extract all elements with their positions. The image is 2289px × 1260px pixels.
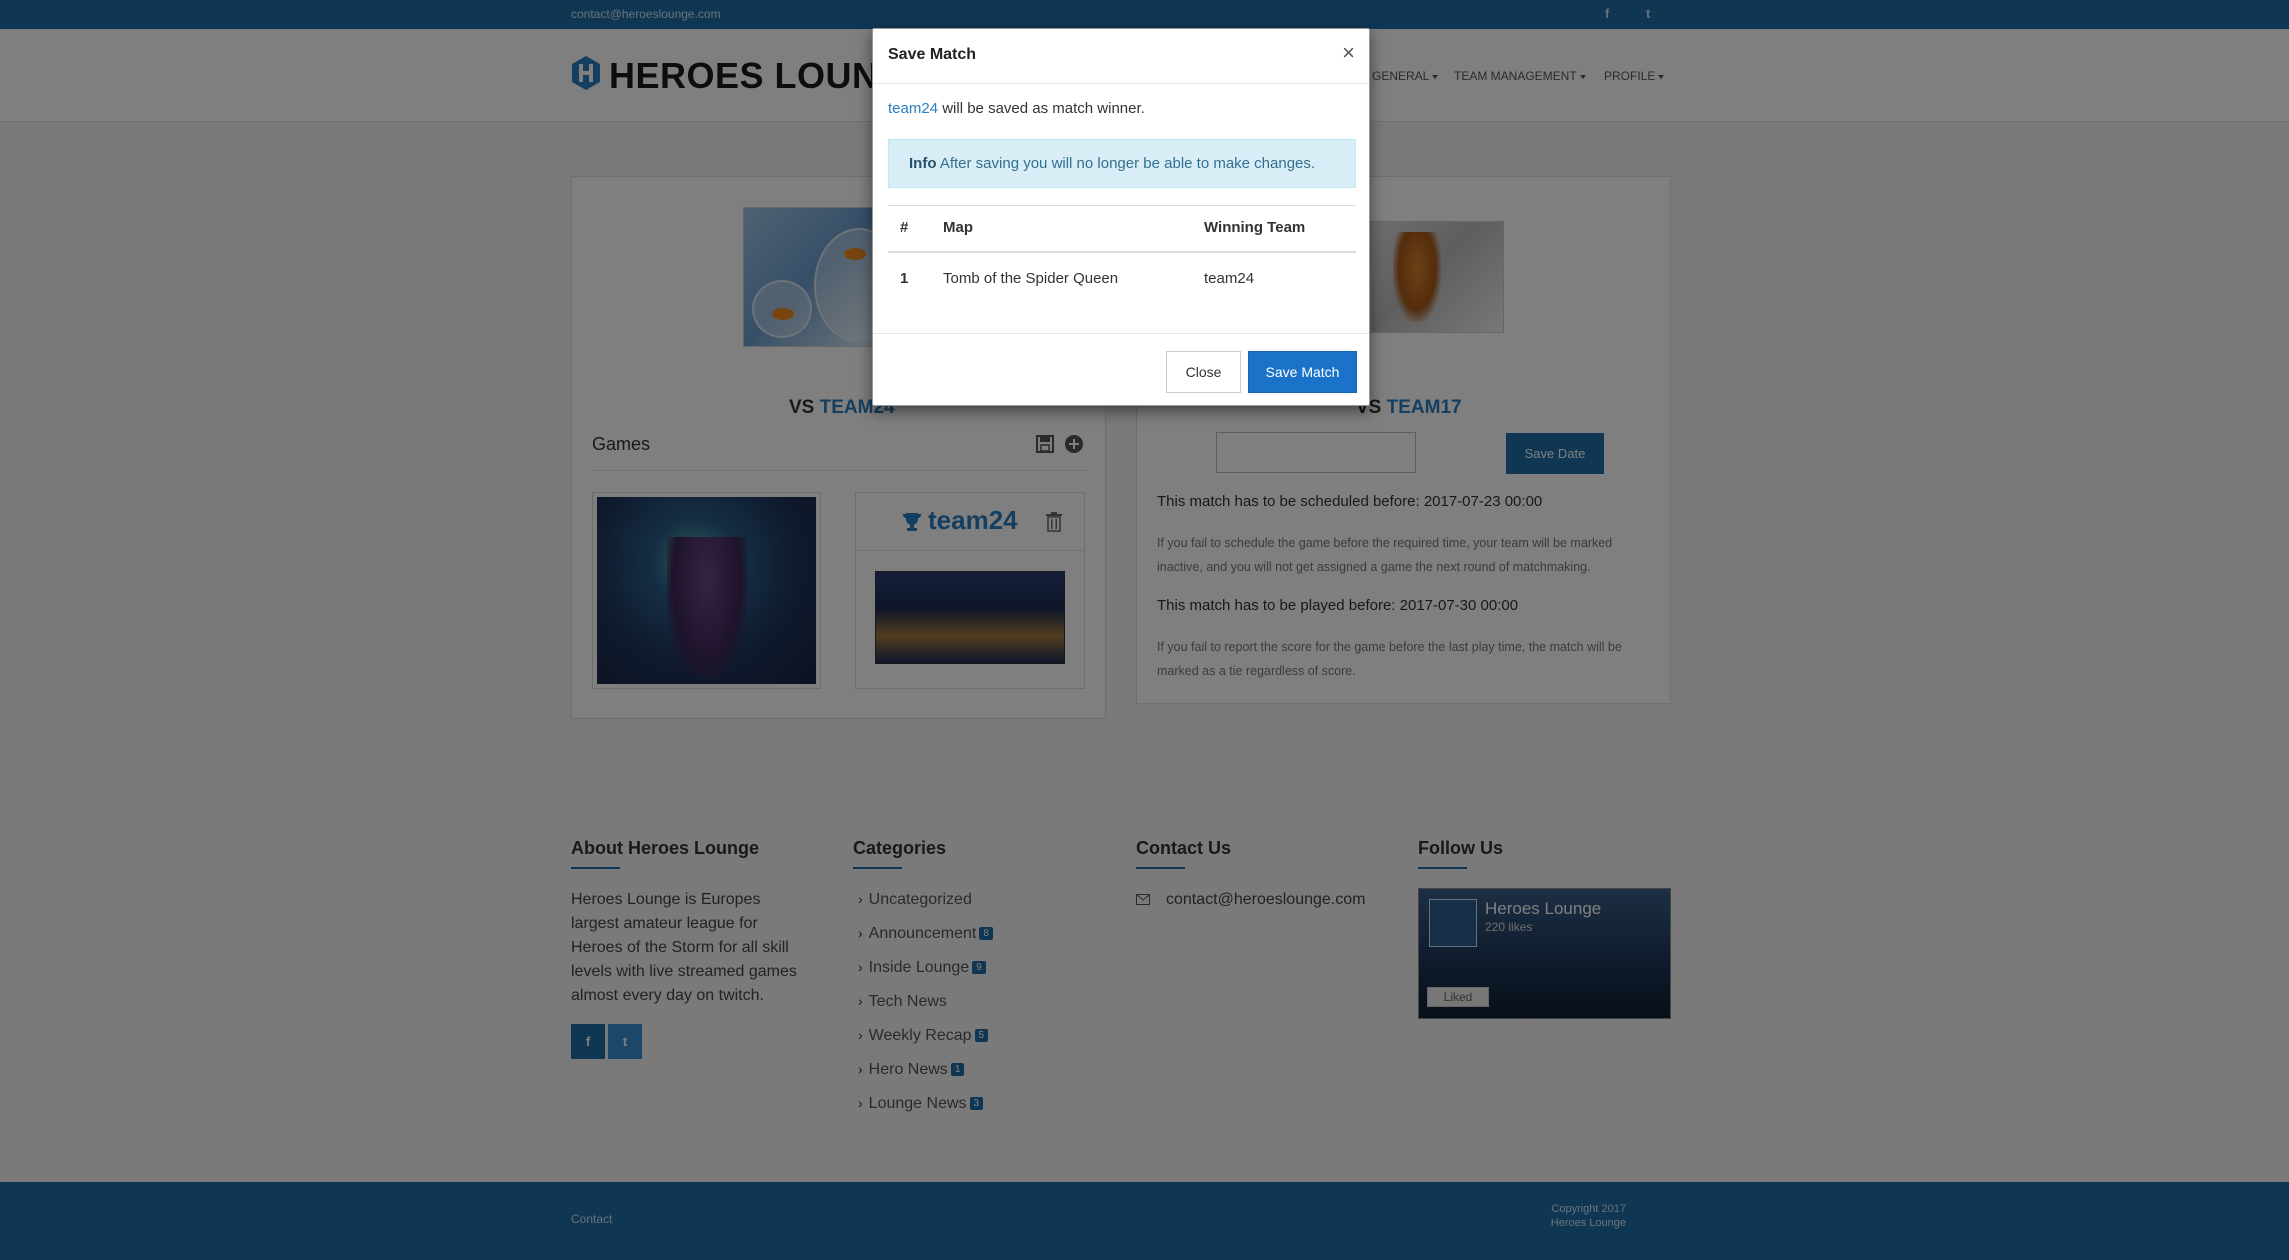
table-header-border [888,251,1356,253]
modal-header: Save Match × [873,29,1369,84]
info-alert: Info After saving you will no longer be … [888,139,1356,188]
save-match-button[interactable]: Save Match [1248,351,1357,393]
close-icon[interactable]: × [1342,42,1355,64]
table-cell-winning-team: team24 [1204,270,1255,287]
close-button[interactable]: Close [1166,351,1241,393]
winner-message: team24 will be saved as match winner. [888,100,1145,117]
table-header-number: # [900,219,909,236]
info-alert-text: Info After saving you will no longer be … [909,155,1316,172]
table-cell-number: 1 [900,270,909,287]
modal-title: Save Match [888,46,977,63]
modal-footer-divider [873,333,1369,334]
table-top-border [888,205,1356,206]
table-cell-map: Tomb of the Spider Queen [943,270,1119,287]
save-match-modal: Save Match × team24 will be saved as mat… [872,28,1370,406]
table-header-map: Map [943,219,973,236]
table-header-winning-team: Winning Team [1204,219,1306,236]
winner-team-link[interactable]: team24 [888,100,938,117]
